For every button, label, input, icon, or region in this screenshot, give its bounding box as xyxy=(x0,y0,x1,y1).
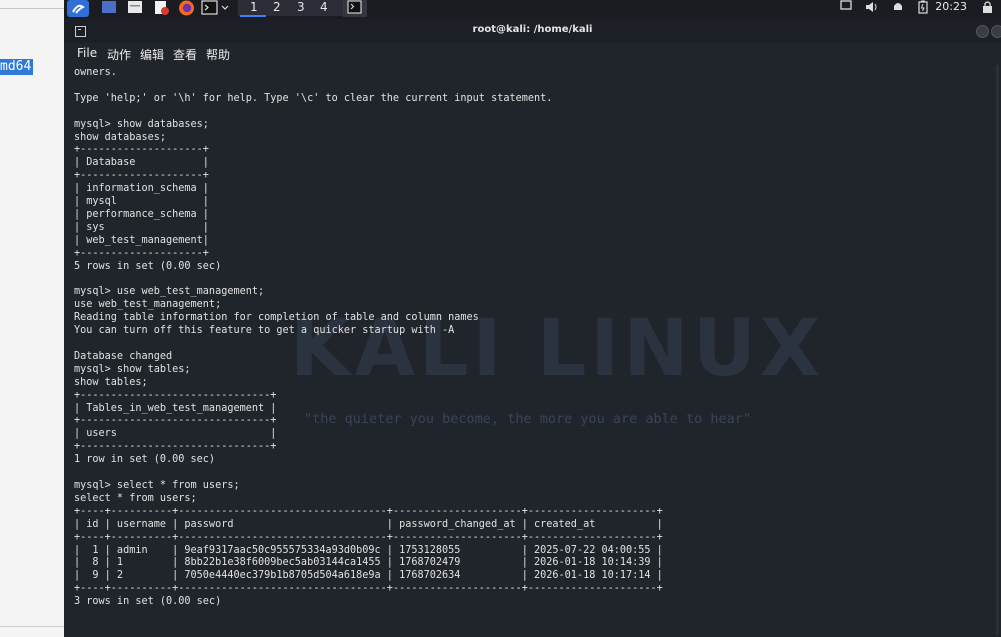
terminal-window: root@kali: /home/kali File 动作 编辑 查看 帮助 K… xyxy=(64,19,1001,637)
menu-file[interactable]: File xyxy=(77,46,97,60)
clock[interactable]: 20:23 xyxy=(935,0,967,13)
title-bar[interactable]: root@kali: /home/kali xyxy=(64,19,1001,43)
terminal-line: +-------------------------------+ xyxy=(74,389,277,401)
terminal-line: Database changed xyxy=(74,350,173,362)
terminal-line: Type 'help;' or '\h' for help. Type '\c'… xyxy=(74,92,553,104)
menu-view[interactable]: 查看 xyxy=(173,46,197,63)
firefox-icon[interactable] xyxy=(178,0,195,16)
terminal-line: | mysql | xyxy=(74,196,209,208)
terminal-line: | sys | xyxy=(74,221,209,233)
top-panel: 1 2 3 4 20:23 xyxy=(64,0,1001,19)
terminal-line: 5 rows in set (0.00 sec) xyxy=(74,260,222,272)
terminal-line: | Tables_in_web_test_management | xyxy=(74,402,277,414)
terminal-line: +--------------------+ xyxy=(74,170,209,182)
active-workspace-indicator xyxy=(240,15,266,17)
terminal-line: select * from users; xyxy=(74,492,197,504)
terminal-icon[interactable] xyxy=(201,0,229,16)
terminal-task-icon xyxy=(347,0,362,14)
lock-icon[interactable] xyxy=(980,0,996,16)
terminal-line: You can turn off this feature to get a q… xyxy=(74,325,455,337)
terminal-line: 3 rows in set (0.00 sec) xyxy=(74,596,222,608)
workspace-3[interactable]: 3 xyxy=(297,0,305,14)
terminal-line: +-------------------------------+ xyxy=(74,415,277,427)
terminal-line: owners. xyxy=(74,67,117,78)
kali-menu-icon[interactable] xyxy=(67,0,89,18)
terminal-line: | 1 | admin | 9eaf9317aac50c955575334a93… xyxy=(74,544,663,556)
terminal-line: mysql> select * from users; xyxy=(74,480,240,491)
battery-icon[interactable] xyxy=(917,0,929,16)
terminal-line: Reading table information for completion… xyxy=(74,312,479,324)
selected-text[interactable]: md64 xyxy=(0,59,34,75)
left-window-divider-bottom xyxy=(0,626,64,627)
task-terminal-button[interactable] xyxy=(343,0,367,17)
text-editor-icon[interactable] xyxy=(153,0,169,16)
terminal-line: | 9 | 2 | 7050e4440ec379b1b8705d504a618e… xyxy=(74,570,663,582)
monitor-icon[interactable] xyxy=(839,0,853,16)
terminal-line: show databases; xyxy=(74,131,167,143)
menu-edit[interactable]: 编辑 xyxy=(140,46,164,63)
notification-bell-icon[interactable] xyxy=(891,0,905,16)
terminal-line: | performance_schema | xyxy=(74,208,209,220)
terminal-line: | web_test_management| xyxy=(74,234,209,246)
terminal-line: +----+----------+-----------------------… xyxy=(74,583,663,595)
volume-icon[interactable] xyxy=(864,0,880,16)
left-window-divider xyxy=(0,8,64,9)
terminal-line: 1 row in set (0.00 sec) xyxy=(74,454,216,466)
terminal-line: mysql> show databases; xyxy=(74,118,209,130)
terminal-line: +--------------------+ xyxy=(74,144,209,156)
desktop-icon[interactable] xyxy=(101,0,117,16)
terminal-output[interactable]: owners. Type 'help;' or '\h' for help. T… xyxy=(74,67,663,609)
left-window: md64 xyxy=(0,0,65,637)
file-manager-icon[interactable] xyxy=(127,0,143,16)
terminal-line: | id | username | password | password_ch… xyxy=(74,518,663,530)
terminal-line: +----+----------+-----------------------… xyxy=(74,531,663,543)
terminal-line: +----+----------+-----------------------… xyxy=(74,505,663,517)
terminal-line: | Database | xyxy=(74,157,209,169)
terminal-line: mysql> use web_test_management; xyxy=(74,286,265,298)
close-button[interactable] xyxy=(991,25,1001,38)
terminal-line: | information_schema | xyxy=(74,183,209,195)
terminal-line: show tables; xyxy=(74,376,148,388)
menu-actions[interactable]: 动作 xyxy=(107,46,131,63)
terminal-line: | 8 | 1 | 8bb22b1e38f6009bec5ab03144ca14… xyxy=(74,557,663,569)
workspace-4[interactable]: 4 xyxy=(320,0,328,14)
terminal-line: +--------------------+ xyxy=(74,247,209,259)
workspace-2[interactable]: 2 xyxy=(273,0,281,14)
menu-help[interactable]: 帮助 xyxy=(206,46,230,63)
terminal-line: +-------------------------------+ xyxy=(74,441,277,453)
terminal-line: | users | xyxy=(74,428,277,440)
scrollbar[interactable] xyxy=(996,65,999,635)
workspace-1[interactable]: 1 xyxy=(250,0,258,14)
terminal-line: use web_test_management; xyxy=(74,299,222,311)
minimize-button[interactable] xyxy=(976,25,989,38)
window-title: root@kali: /home/kali xyxy=(472,24,593,35)
terminal-line: mysql> show tables; xyxy=(74,363,191,375)
menu-bar: File 动作 编辑 查看 帮助 xyxy=(64,43,1001,65)
